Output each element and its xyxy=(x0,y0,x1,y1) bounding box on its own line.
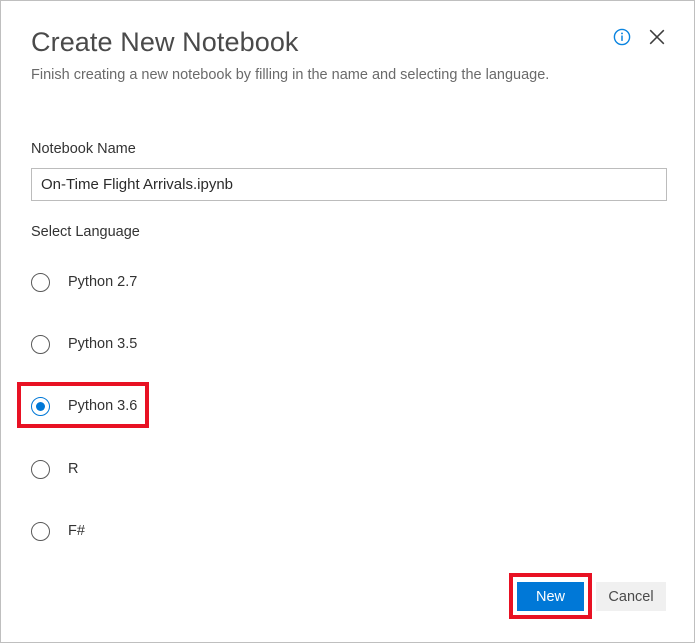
info-circle-icon[interactable] xyxy=(613,28,631,46)
radio-icon-selected xyxy=(31,397,50,416)
create-new-notebook-dialog: Create New Notebook Finish creating a ne… xyxy=(0,0,695,643)
dialog-header: Create New Notebook Finish creating a ne… xyxy=(31,25,664,85)
new-button[interactable]: New xyxy=(517,582,584,611)
dialog-subtitle: Finish creating a new notebook by fillin… xyxy=(31,65,664,85)
cancel-button[interactable]: Cancel xyxy=(596,582,666,611)
language-option-f-sharp[interactable]: F# xyxy=(31,519,85,543)
language-option-label: Python 3.6 xyxy=(68,397,137,416)
language-option-python-3-6[interactable]: Python 3.6 xyxy=(31,394,137,418)
language-option-python-2-7[interactable]: Python 2.7 xyxy=(31,270,137,294)
close-icon[interactable] xyxy=(647,27,667,47)
notebook-name-label: Notebook Name xyxy=(31,139,136,159)
language-option-r[interactable]: R xyxy=(31,457,78,481)
dialog-header-actions xyxy=(613,27,667,47)
language-option-label: Python 3.5 xyxy=(68,335,137,354)
language-option-python-3-5[interactable]: Python 3.5 xyxy=(31,332,137,356)
radio-icon xyxy=(31,460,50,479)
notebook-name-input[interactable] xyxy=(31,168,667,201)
language-option-label: F# xyxy=(68,522,85,541)
language-option-label: Python 2.7 xyxy=(68,273,137,292)
select-language-label: Select Language xyxy=(31,222,140,242)
page-title: Create New Notebook xyxy=(31,25,664,59)
dialog-footer: New Cancel xyxy=(1,582,695,611)
radio-icon xyxy=(31,522,50,541)
radio-icon xyxy=(31,273,50,292)
language-option-label: R xyxy=(68,460,78,479)
radio-icon xyxy=(31,335,50,354)
